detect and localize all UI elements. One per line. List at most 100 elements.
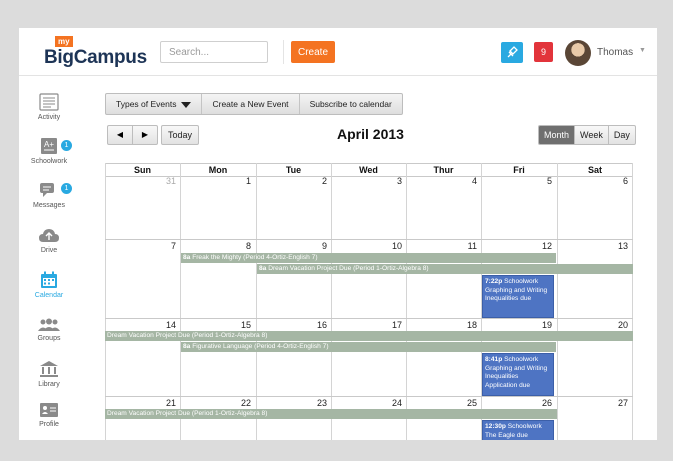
notification-badge[interactable]: 9 — [534, 42, 553, 62]
day-number[interactable]: 18 — [406, 320, 477, 330]
types-of-events-dropdown[interactable]: Types of Events — [106, 94, 203, 114]
day-number[interactable]: 1 — [180, 176, 251, 186]
day-number[interactable]: 4 — [406, 176, 477, 186]
sidebar-item-label: Profile — [39, 421, 59, 428]
sidebar-item-groups[interactable]: Groups — [19, 318, 79, 342]
logo-my-tag: my — [55, 36, 73, 47]
grid-line — [105, 396, 633, 397]
day-number[interactable]: 11 — [406, 241, 477, 251]
sidebar-item-activity[interactable]: Activity — [19, 93, 79, 121]
view-month-button[interactable]: Month — [539, 126, 575, 144]
day-number[interactable]: 27 — [557, 398, 628, 408]
bigcampus-logo[interactable]: BigCampus — [44, 47, 147, 69]
library-icon — [40, 361, 58, 377]
day-number[interactable]: 31 — [105, 176, 176, 186]
pin-button[interactable] — [501, 42, 523, 63]
next-month-button[interactable]: ▶ — [133, 126, 157, 144]
day-number[interactable]: 22 — [180, 398, 251, 408]
search-input[interactable] — [160, 41, 268, 63]
types-of-events-label: Types of Events — [116, 99, 177, 109]
day-number[interactable]: 2 — [256, 176, 327, 186]
day-header: Sun — [105, 163, 180, 177]
event-title: Dream Vacation Project Due (Period 1-Ort… — [268, 265, 429, 272]
event-time: 8a — [259, 265, 267, 272]
create-button[interactable]: Create — [291, 41, 335, 63]
day-number[interactable]: 8 — [180, 241, 251, 251]
day-number[interactable]: 25 — [406, 398, 477, 408]
prev-month-button[interactable]: ◀ — [108, 126, 133, 144]
day-number[interactable]: 24 — [331, 398, 402, 408]
sidebar: Activity A+ 1 Schoolwork 1 Messages Driv… — [19, 76, 79, 440]
day-number[interactable]: 7 — [105, 241, 176, 251]
drive-icon — [39, 229, 59, 242]
sidebar-item-label: Schoolwork — [30, 158, 68, 165]
messages-icon — [40, 183, 54, 197]
day-number[interactable]: 26 — [481, 398, 552, 408]
sidebar-item-schoolwork[interactable]: A+ 1 Schoolwork — [19, 137, 79, 165]
event-title: Freak the Mighty (Period 4-Ortiz-English… — [192, 254, 318, 261]
sidebar-item-label: Messages — [33, 202, 65, 209]
event-time: 8:41p — [485, 356, 503, 363]
event-title: Dream Vacation Project Due (Period 1-Ort… — [107, 332, 268, 339]
day-header: Wed — [331, 163, 406, 177]
pin-icon — [507, 46, 518, 58]
messages-badge: 1 — [61, 183, 72, 194]
month-title: April 2013 — [337, 126, 404, 142]
grid-line — [105, 318, 633, 319]
sidebar-item-drive[interactable]: Drive — [19, 228, 79, 254]
schoolwork-event[interactable]: 12:30p Schoolwork The Eagle due — [482, 420, 554, 440]
day-number[interactable]: 19 — [481, 320, 552, 330]
top-header: my BigCampus Create 9 Thomas ▼ — [19, 28, 657, 76]
sidebar-item-label: Drive — [40, 247, 58, 254]
sidebar-item-calendar[interactable]: Calendar — [19, 271, 79, 299]
day-number[interactable]: 12 — [481, 241, 552, 251]
day-number[interactable]: 23 — [256, 398, 327, 408]
day-number[interactable]: 3 — [331, 176, 402, 186]
sidebar-item-label: Library — [38, 381, 60, 388]
day-number[interactable]: 20 — [557, 320, 628, 330]
view-day-button[interactable]: Day — [607, 126, 635, 144]
calendar-event[interactable]: 8a Figurative Language (Period 4-Ortiz-E… — [181, 342, 556, 352]
create-event-button[interactable]: Create a New Event — [202, 94, 300, 114]
day-number[interactable]: 16 — [256, 320, 327, 330]
day-number[interactable]: 9 — [256, 241, 327, 251]
today-button[interactable]: Today — [161, 125, 200, 145]
header-divider — [283, 40, 284, 64]
sidebar-item-messages[interactable]: 1 Messages — [19, 181, 79, 209]
sidebar-item-profile[interactable]: Profile — [19, 402, 79, 428]
user-name[interactable]: Thomas — [597, 47, 633, 58]
groups-icon — [38, 318, 60, 331]
calendar-event[interactable]: Dream Vacation Project Due (Period 1-Ort… — [105, 331, 633, 341]
calendar-icon — [41, 271, 57, 288]
event-time: 12:30p — [485, 423, 506, 430]
day-number[interactable]: 21 — [105, 398, 176, 408]
sidebar-item-label: Activity — [37, 114, 61, 121]
sidebar-item-label: Groups — [37, 335, 61, 342]
day-number[interactable]: 13 — [557, 241, 628, 251]
view-week-button[interactable]: Week — [574, 126, 608, 144]
calendar-event[interactable]: 8a Freak the Mighty (Period 4-Ortiz-Engl… — [181, 253, 556, 263]
profile-icon — [40, 403, 58, 417]
day-number[interactable]: 10 — [331, 241, 402, 251]
event-time: 7:22p — [485, 278, 503, 285]
schoolwork-event[interactable]: 8:41p Schoolwork Graphing and Writing In… — [482, 353, 554, 396]
event-time: 8a — [183, 254, 191, 261]
schoolwork-badge: 1 — [61, 140, 72, 151]
svg-text:A+: A+ — [44, 140, 54, 149]
subscribe-button[interactable]: Subscribe to calendar — [300, 94, 402, 114]
grid-line — [632, 163, 633, 440]
day-number[interactable]: 14 — [105, 320, 176, 330]
day-number[interactable]: 17 — [331, 320, 402, 330]
app-frame: my BigCampus Create 9 Thomas ▼ Activity — [19, 28, 657, 440]
calendar-event[interactable]: Dream Vacation Project Due (Period 1-Ort… — [105, 409, 557, 419]
chevron-down-icon[interactable]: ▼ — [639, 47, 646, 54]
day-header: Sat — [557, 163, 633, 177]
day-number[interactable]: 6 — [557, 176, 628, 186]
day-number[interactable]: 15 — [180, 320, 251, 330]
day-header: Mon — [180, 163, 256, 177]
schoolwork-event[interactable]: 7:22p Schoolwork Graphing and Writing In… — [482, 275, 554, 318]
sidebar-item-library[interactable]: Library — [19, 360, 79, 388]
day-number[interactable]: 5 — [481, 176, 552, 186]
calendar-event[interactable]: 8a Dream Vacation Project Due (Period 1-… — [257, 264, 633, 274]
avatar[interactable] — [565, 40, 591, 66]
